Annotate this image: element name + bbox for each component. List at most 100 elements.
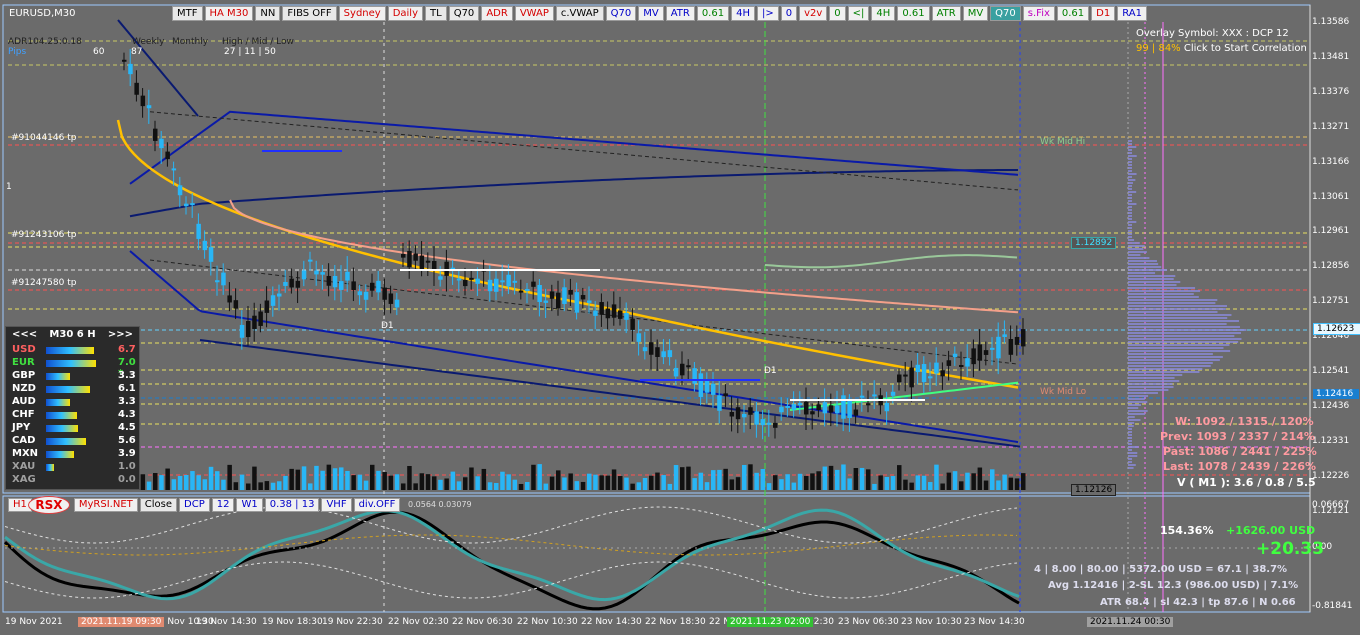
toolbar-button-20[interactable]: <|	[848, 6, 870, 21]
strength-bar	[46, 399, 70, 406]
candle-body	[203, 241, 208, 250]
volume-bar	[965, 473, 970, 490]
osc-toolbar-button-1[interactable]: MyRSI.NET	[74, 498, 138, 512]
candle-body	[717, 395, 722, 410]
candle-body	[513, 281, 518, 283]
volume-profile-bar	[1128, 230, 1132, 232]
toolbar-button-15[interactable]: 4H	[731, 6, 755, 21]
volume-bar	[916, 475, 921, 490]
volume-bar	[742, 465, 747, 490]
volume-profile-bar	[1128, 467, 1134, 469]
prev-button[interactable]: <<<	[12, 329, 37, 340]
toolbar-button-6[interactable]: TL	[425, 6, 447, 21]
toolbar-button-0[interactable]: MTF	[172, 6, 203, 21]
volume-profile-bar	[1128, 206, 1132, 208]
osc-toolbar-button-6[interactable]: 0.38 | 13	[265, 498, 320, 512]
toolbar-button-3[interactable]: FIBS OFF	[282, 6, 336, 21]
volume-profile-bar	[1128, 275, 1175, 277]
candle-body	[165, 152, 170, 160]
toolbar-button-7[interactable]: Q70	[449, 6, 480, 21]
osc-toolbar-button-5[interactable]: W1	[236, 498, 262, 512]
toolbar-button-28[interactable]: D1	[1091, 6, 1115, 21]
volume-profile-bar	[1128, 215, 1132, 217]
toolbar-button-23[interactable]: ATR	[932, 6, 961, 21]
osc-toolbar-button-3[interactable]: DCP	[179, 498, 210, 512]
toolbar-button-8[interactable]: ADR	[481, 6, 513, 21]
candle-body	[655, 347, 660, 357]
toolbar-button-21[interactable]: 4H	[871, 6, 895, 21]
next-button[interactable]: >>>	[108, 329, 133, 340]
toolbar-button-19[interactable]: 0	[829, 6, 845, 21]
candle-body	[159, 139, 164, 148]
oscillator-pane	[3, 496, 1310, 612]
toolbar-button-9[interactable]: VWAP	[515, 6, 554, 21]
toolbar-button-18[interactable]: v2v	[799, 6, 827, 21]
price-tick: 1.12961	[1308, 226, 1360, 236]
candle-body	[674, 368, 679, 377]
volume-bar	[816, 471, 821, 490]
volume-bar	[320, 471, 325, 490]
candle-body	[996, 337, 1001, 359]
volume-profile-bar	[1128, 149, 1132, 151]
time-tick: 19 Nov 22:30	[322, 617, 383, 627]
volume-profile-bar	[1128, 323, 1227, 325]
strength-bar	[46, 438, 86, 445]
toolbar-button-16[interactable]: |>	[757, 6, 779, 21]
toolbar-button-25[interactable]: Q70	[990, 6, 1021, 21]
toolbar-button-29[interactable]: RA1	[1117, 6, 1147, 21]
time-tick: 19 Nov 2021	[5, 617, 63, 627]
range-stat: Past: 1086 / 2441 / 225%	[1163, 445, 1317, 458]
toolbar-button-14[interactable]: 0.61	[697, 6, 729, 21]
osc-toolbar-button-7[interactable]: VHF	[321, 498, 351, 512]
volume-bar	[451, 472, 456, 490]
tp-label-3: #91247580 tp	[11, 278, 76, 288]
volume-bar	[643, 478, 648, 490]
currency-value: 1.0	[118, 461, 136, 472]
price-tick: 1.12856	[1308, 261, 1360, 271]
chart-canvas[interactable]	[0, 0, 1360, 635]
correlation-button[interactable]: 99 | 84% Click to Start Correlation	[1136, 43, 1307, 54]
toolbar-button-17[interactable]: 0	[781, 6, 797, 21]
volume-bar	[841, 464, 846, 490]
toolbar-button-12[interactable]: MV	[638, 6, 663, 21]
toolbar-button-10[interactable]: c.VWAP	[556, 6, 604, 21]
volume-bar	[599, 475, 604, 490]
volume-bar	[829, 466, 834, 490]
toolbar-button-22[interactable]: 0.61	[897, 6, 929, 21]
volume-profile-bar	[1128, 164, 1132, 166]
toolbar-button-2[interactable]: NN	[255, 6, 280, 21]
toolbar-button-5[interactable]: Daily	[388, 6, 423, 21]
osc-toolbar-button-8[interactable]: div.OFF	[354, 498, 401, 512]
toolbar-button-27[interactable]: 0.61	[1057, 6, 1089, 21]
volume-bar	[854, 468, 859, 490]
toolbar-button-11[interactable]: Q70	[606, 6, 637, 21]
osc-toolbar-button-4[interactable]: 12	[212, 498, 235, 512]
osc-toolbar-button-2[interactable]: Close	[140, 498, 177, 512]
volume-bar	[971, 473, 976, 490]
volume-bar	[847, 478, 852, 490]
volume-bar	[482, 469, 487, 490]
volume-profile-bar	[1128, 203, 1136, 205]
volume-bar	[624, 478, 629, 490]
toolbar-button-1[interactable]: HA M30	[205, 6, 254, 21]
volume-bar	[736, 477, 741, 490]
volume-bar	[922, 476, 927, 490]
candle-body	[289, 279, 294, 288]
osc-axis-top: 0.06667	[1308, 500, 1360, 510]
toolbar-button-26[interactable]: s.Fix	[1023, 6, 1055, 21]
volume-profile-bar	[1128, 194, 1132, 196]
toolbar-button-24[interactable]: MV	[963, 6, 988, 21]
time-tick: 19 Nov 14:30	[196, 617, 257, 627]
timeframe-label: M30 6 H	[49, 329, 95, 340]
rsx-button[interactable]: RSX	[28, 496, 70, 514]
candle-body	[804, 402, 809, 415]
candle-body	[519, 291, 524, 293]
toolbar-button-13[interactable]: ATR	[666, 6, 695, 21]
candle-body	[903, 375, 908, 377]
toolbar-button-4[interactable]: Sydney	[339, 6, 386, 21]
volume-bar	[234, 482, 239, 490]
trade-line-2: Avg 1.12416 | 2-SL 12.3 (986.00 USD) | 7…	[1048, 580, 1298, 591]
candle-body	[593, 311, 598, 316]
candle-body	[785, 406, 790, 408]
price-tick: 1.12751	[1308, 296, 1360, 306]
